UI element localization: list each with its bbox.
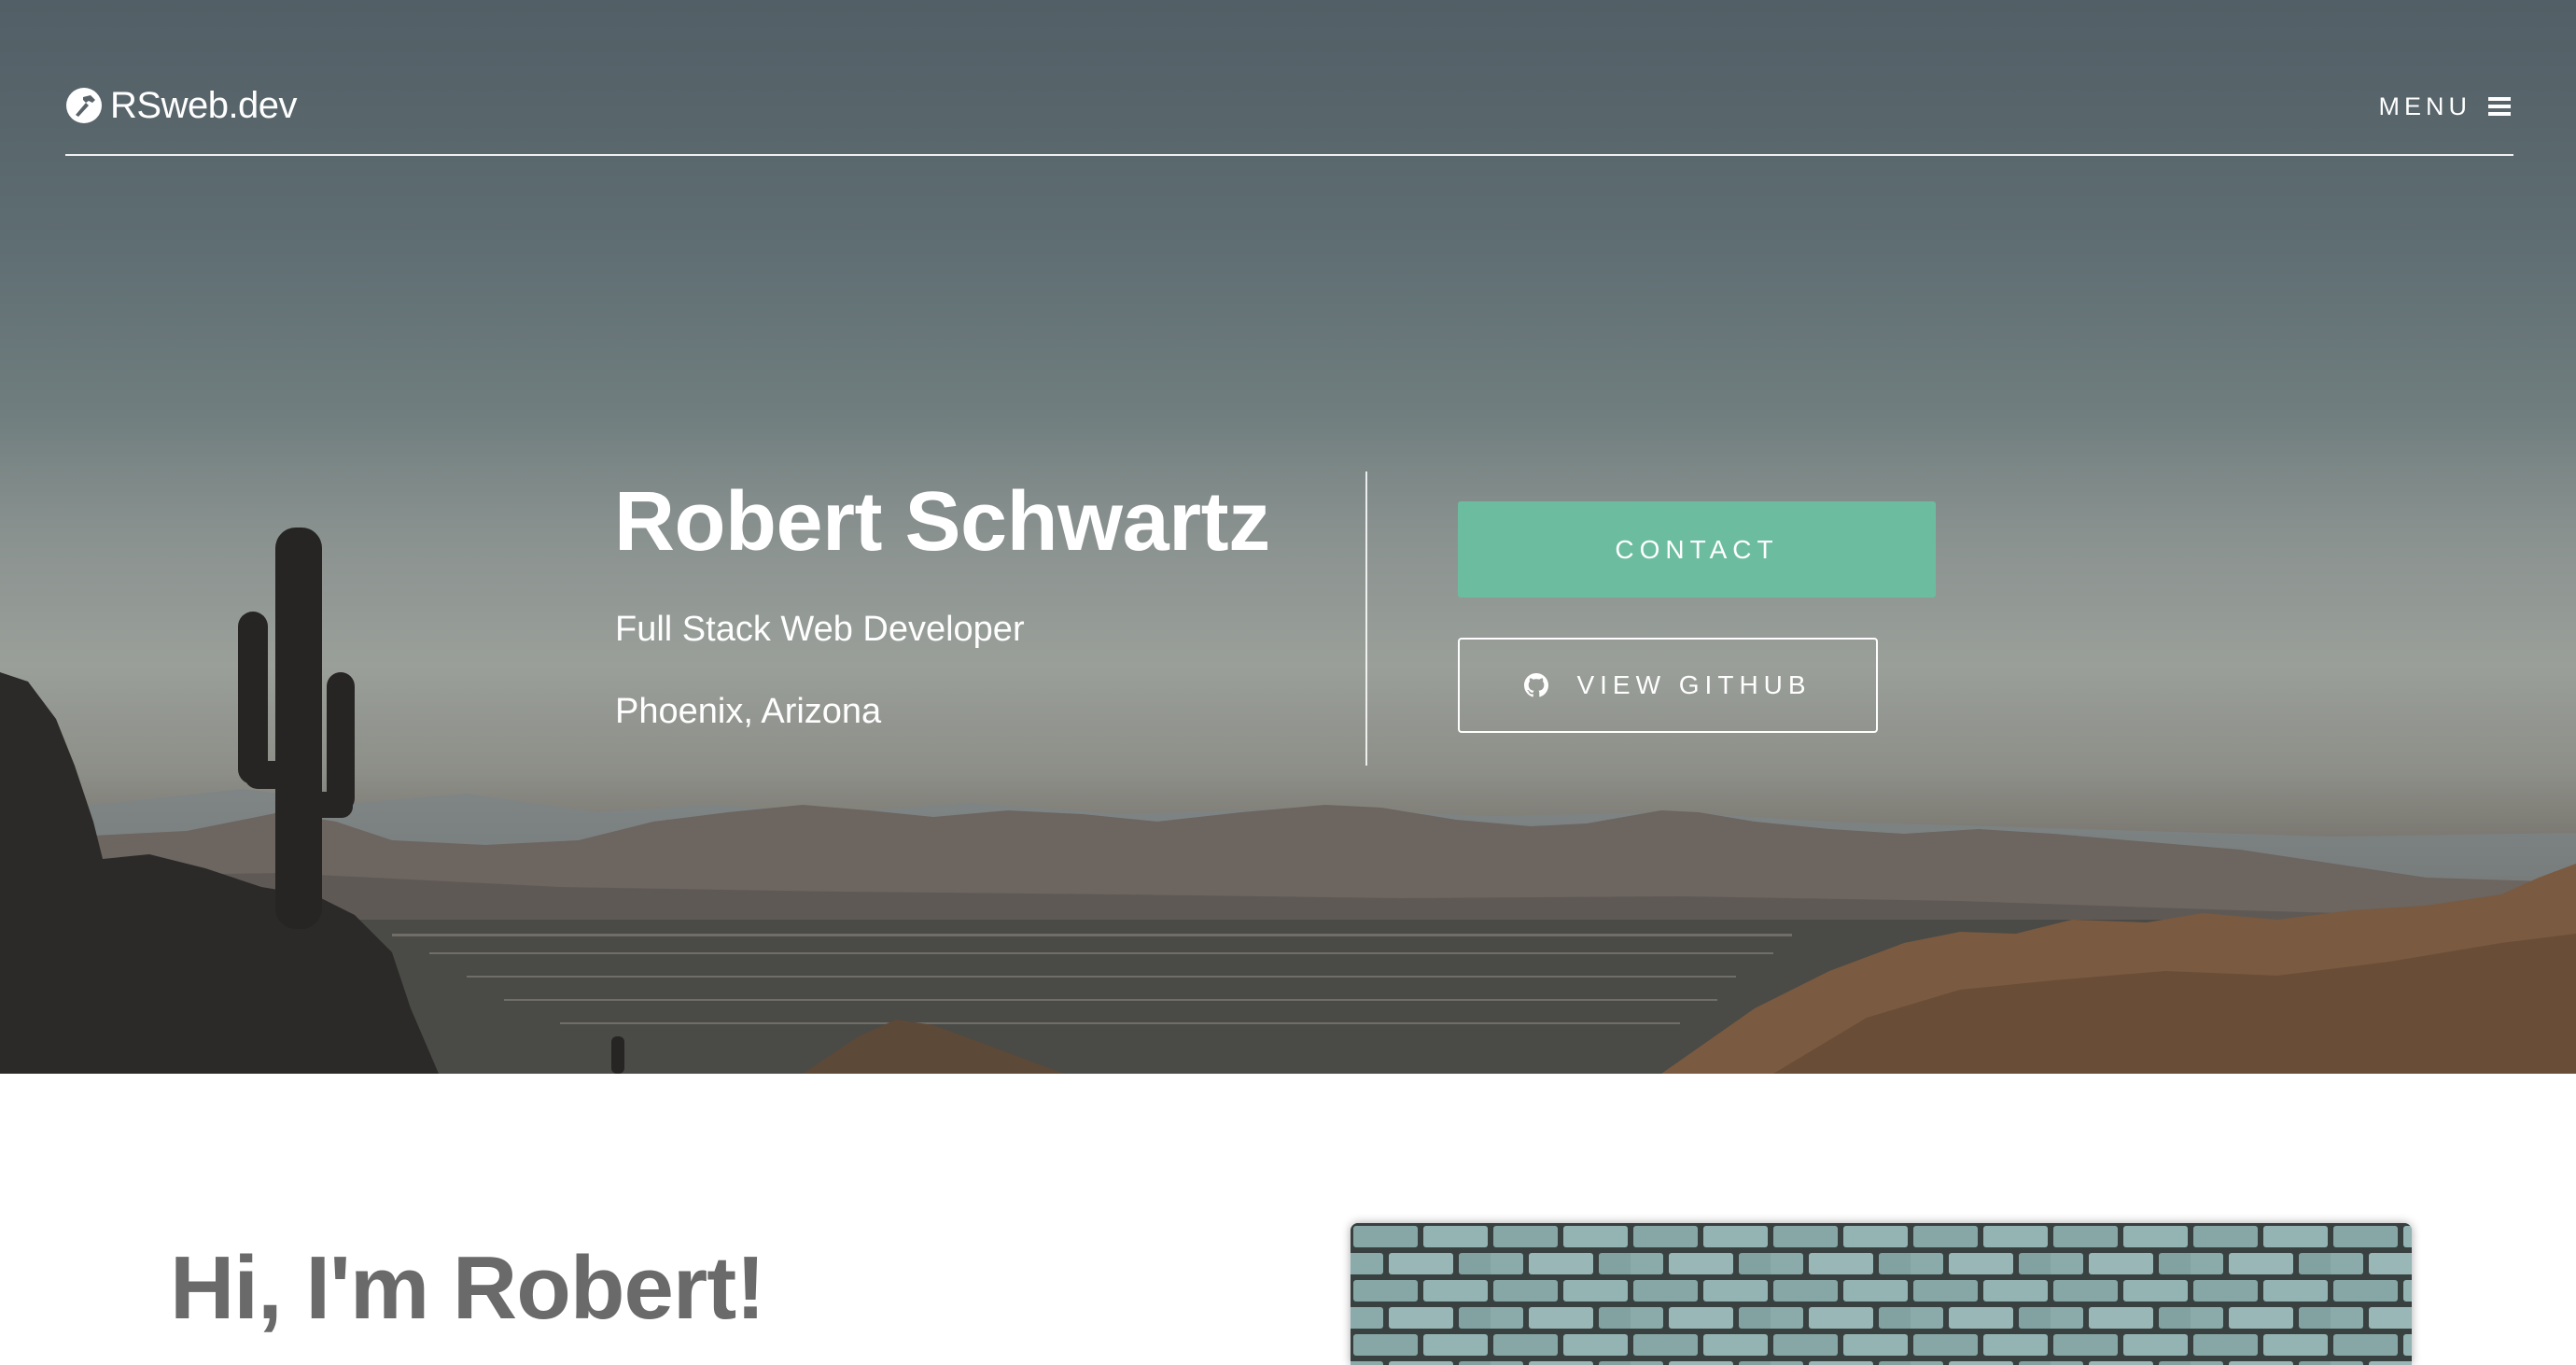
brand-logo-link[interactable]: RSweb.dev (65, 84, 298, 127)
hero-role: Full Stack Web Developer (615, 610, 1025, 649)
header-divider (65, 154, 2513, 156)
hero-section: RSweb.dev MENU Robert Schwartz Full Stac… (0, 0, 2576, 1074)
view-github-button[interactable]: VIEW GITHUB (1458, 638, 1878, 733)
github-icon (1524, 673, 1549, 697)
brand-name: RSweb.dev (110, 84, 298, 126)
view-github-label: VIEW GITHUB (1576, 670, 1812, 699)
hamburger-icon (2488, 96, 2511, 117)
hammer-logo-icon (65, 87, 103, 124)
desert-landscape-background (0, 528, 2576, 1074)
menu-button[interactable]: MENU (2378, 90, 2511, 123)
menu-label: MENU (2378, 91, 2471, 120)
contact-button[interactable]: CONTACT (1458, 501, 1936, 598)
hero-vertical-divider (1365, 471, 1367, 766)
brick-wall-photo (1351, 1223, 2412, 1365)
about-heading: Hi, I'm Robert! (170, 1238, 765, 1338)
hero-location: Phoenix, Arizona (615, 692, 882, 731)
hero-name: Robert Schwartz (614, 475, 1270, 569)
contact-button-label: CONTACT (1615, 534, 1779, 564)
